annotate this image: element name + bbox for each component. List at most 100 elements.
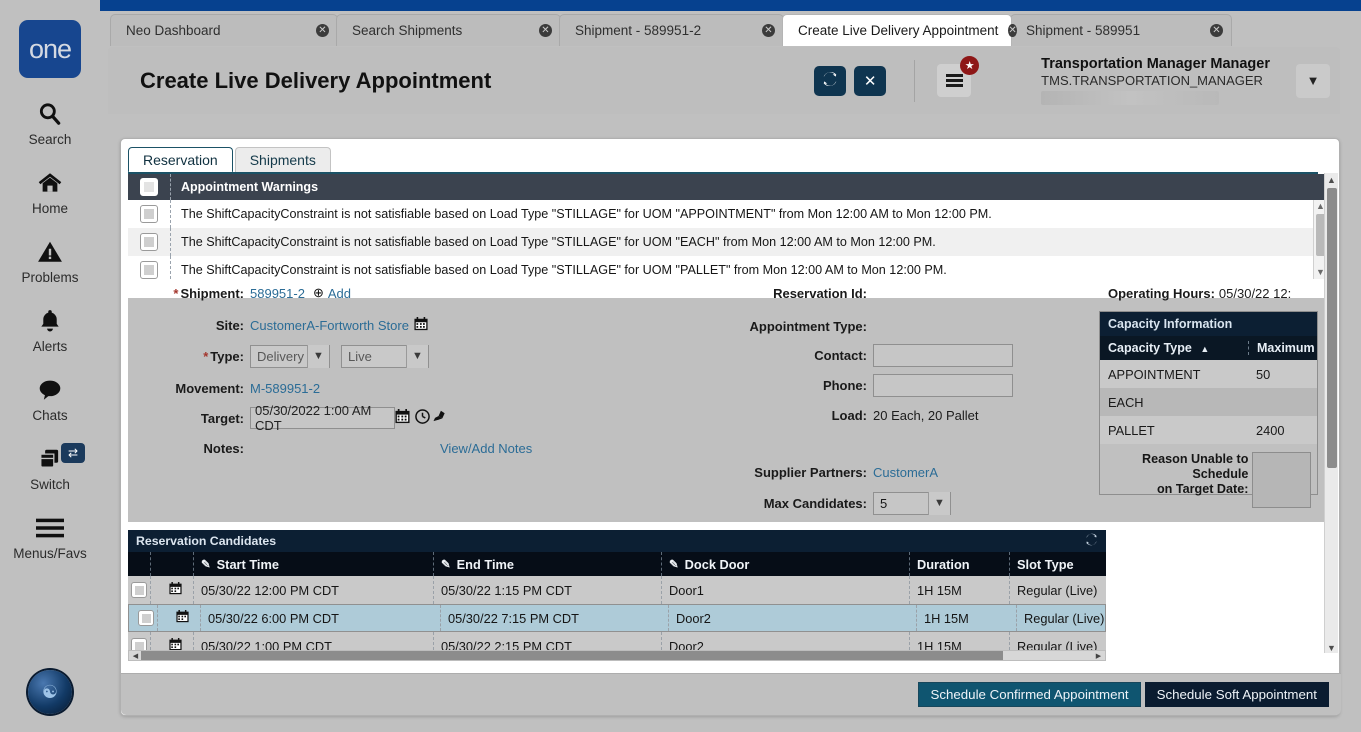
target-date-input[interactable]: 05/30/2022 1:00 AM CDT	[250, 403, 395, 433]
warning-row[interactable]: The ShiftCapacityConstraint is not satis…	[128, 256, 1327, 279]
row-checkbox[interactable]	[138, 610, 154, 626]
tab-create-live-delivery-appointment[interactable]: Create Live Delivery Appointment ✕	[782, 14, 1017, 46]
warning-text: The ShiftCapacityConstraint is not satis…	[181, 207, 992, 221]
sidebar-item-menus-favs[interactable]: Menus/Favs	[0, 512, 100, 561]
schedule-confirmed-appointment-button[interactable]: Schedule Confirmed Appointment	[918, 682, 1141, 707]
capacity-column-header[interactable]: Maximum	[1248, 341, 1317, 355]
row-checkbox[interactable]	[140, 233, 158, 251]
assistant-orb-icon[interactable]: ☯	[28, 670, 72, 714]
column-header-slot-type[interactable]: Slot Type	[1009, 552, 1106, 576]
calendar-icon[interactable]	[414, 316, 428, 334]
load-value: 20 Each, 20 Pallet	[873, 407, 979, 423]
row-select-cell	[128, 261, 170, 279]
close-icon[interactable]: ✕	[762, 24, 775, 37]
sidebar-item-home[interactable]: Home	[0, 167, 100, 216]
warning-row[interactable]: The ShiftCapacityConstraint is not satis…	[128, 200, 1327, 228]
type-select[interactable]: Delivery ▼	[250, 344, 330, 368]
chevron-down-icon: ▼	[406, 344, 428, 368]
sidebar-item-search[interactable]: Search	[0, 98, 100, 147]
clock-icon[interactable]	[415, 409, 430, 427]
calendar-icon	[176, 610, 189, 626]
column-divider	[170, 228, 171, 256]
close-button[interactable]: ✕	[854, 65, 887, 96]
capacity-row: APPOINTMENT 50	[1100, 360, 1317, 388]
field-label: Appointment Type:	[749, 318, 867, 334]
capacity-maximum: 50	[1256, 366, 1271, 382]
schedule-soft-appointment-button[interactable]: Schedule Soft Appointment	[1144, 682, 1329, 707]
tab-shipments[interactable]: Shipments	[234, 147, 331, 173]
row-calendar-icon-cell[interactable]	[157, 605, 200, 631]
capacity-column-header[interactable]: Capacity Type ▲	[1100, 341, 1248, 355]
cell-dock-door: Door2	[668, 605, 916, 631]
candidates-header: Reservation Candidates	[128, 530, 1106, 552]
close-icon[interactable]: ✕	[1008, 24, 1017, 37]
warning-row[interactable]: The ShiftCapacityConstraint is not satis…	[128, 228, 1327, 256]
scroll-down-icon[interactable]: ▼	[1325, 643, 1338, 653]
tab-strip: Neo Dashboard ✕ Search Shipments ✕ Shipm…	[110, 14, 1350, 46]
close-icon[interactable]: ✕	[1210, 24, 1223, 37]
table-row[interactable]: 05/30/22 1:00 PM CDT 05/30/22 2:15 PM CD…	[128, 632, 1106, 650]
close-icon[interactable]: ✕	[316, 24, 329, 37]
column-header-start-time[interactable]: ✎ Start Time	[193, 552, 433, 576]
scroll-up-icon[interactable]: ▲	[1325, 173, 1338, 187]
reason-value-box[interactable]	[1252, 452, 1311, 508]
shipment-add-button[interactable]: ⊕ Add	[313, 285, 351, 301]
tab-reservation[interactable]: Reservation	[128, 147, 233, 173]
main-vertical-scrollbar[interactable]: ▲ ▼	[1324, 173, 1338, 653]
user-menu-chevron[interactable]: ▼	[1296, 63, 1330, 98]
cell-slot-type: Regular (Live)	[1016, 605, 1105, 631]
table-row[interactable]: 05/30/22 6:00 PM CDT 05/30/22 7:15 PM CD…	[128, 604, 1106, 632]
refresh-icon[interactable]	[1085, 533, 1098, 549]
select-all-checkbox[interactable]	[140, 178, 158, 196]
refresh-button[interactable]	[814, 65, 847, 96]
calendar-icon[interactable]	[395, 409, 410, 427]
row-checkbox[interactable]	[131, 638, 147, 650]
eraser-icon[interactable]	[432, 409, 447, 427]
menu-button[interactable]: ★	[937, 56, 980, 97]
sidebar-item-alerts[interactable]: Alerts	[0, 305, 100, 354]
site-link[interactable]: CustomerA-Fortworth Store	[250, 318, 409, 333]
user-info: Transportation Manager Manager TMS.TRANS…	[1041, 56, 1270, 105]
scroll-thumb[interactable]	[141, 651, 1003, 660]
sidebar-item-chats[interactable]: Chats	[0, 374, 100, 423]
column-label: Maximum	[1257, 341, 1315, 355]
table-row[interactable]: 05/30/22 12:00 PM CDT 05/30/22 1:15 PM C…	[128, 576, 1106, 604]
field-label: Max Candidates:	[763, 495, 867, 511]
max-candidates-select[interactable]: 5 ▼	[873, 491, 951, 515]
tab-shipment-589951-2[interactable]: Shipment - 589951-2 ✕	[559, 14, 784, 46]
bell-icon	[37, 305, 63, 337]
one-logo[interactable]: one	[19, 20, 81, 78]
row-checkbox[interactable]	[140, 261, 158, 279]
type-mode-select[interactable]: Live ▼	[341, 344, 429, 368]
notes-link[interactable]: View/Add Notes	[440, 441, 532, 456]
shipment-link[interactable]: 589951-2	[250, 286, 305, 301]
column-header-duration[interactable]: Duration	[909, 552, 1009, 576]
supplier-partners-link[interactable]: CustomerA	[873, 465, 938, 480]
sidebar-item-problems[interactable]: Problems	[0, 236, 100, 285]
row-calendar-icon-cell[interactable]	[150, 632, 193, 650]
cell-end-time: 05/30/22 1:15 PM CDT	[433, 576, 661, 604]
operating-hours-value: 05/30/22 12:	[1218, 285, 1292, 301]
phone-input[interactable]	[873, 373, 1013, 397]
scroll-thumb[interactable]	[1327, 188, 1337, 468]
tab-shipment-589951[interactable]: Shipment - 589951 ✕	[1010, 14, 1232, 46]
contact-input[interactable]	[873, 343, 1013, 367]
tab-search-shipments[interactable]: Search Shipments ✕	[336, 14, 561, 46]
sidebar-item-switch[interactable]: ⇄ Switch	[0, 443, 100, 492]
capacity-maximum: 2400	[1256, 422, 1285, 438]
column-header-end-time[interactable]: ✎ End Time	[433, 552, 661, 576]
scroll-left-icon[interactable]: ◀	[130, 652, 141, 660]
column-header-dock-door[interactable]: ✎ Dock Door	[661, 552, 909, 576]
capacity-header-row: Capacity Type ▲ Maximum	[1100, 336, 1317, 360]
candidates-horizontal-scrollbar[interactable]: ◀ ▶	[128, 650, 1106, 661]
row-calendar-icon-cell[interactable]	[150, 576, 193, 604]
swap-arrows-icon[interactable]: ⇄	[61, 443, 85, 463]
scroll-right-icon[interactable]: ▶	[1093, 652, 1104, 660]
movement-link[interactable]: M-589951-2	[250, 381, 320, 396]
row-checkbox[interactable]	[131, 582, 147, 598]
left-navigation-rail: one Search Home Problems Alerts Chats ⇄ …	[0, 0, 100, 732]
row-checkbox[interactable]	[140, 205, 158, 223]
main-content-panel: Reservation Shipments Appointment Warnin…	[120, 138, 1341, 716]
tab-neo-dashboard[interactable]: Neo Dashboard ✕	[110, 14, 338, 46]
close-icon[interactable]: ✕	[539, 24, 552, 37]
